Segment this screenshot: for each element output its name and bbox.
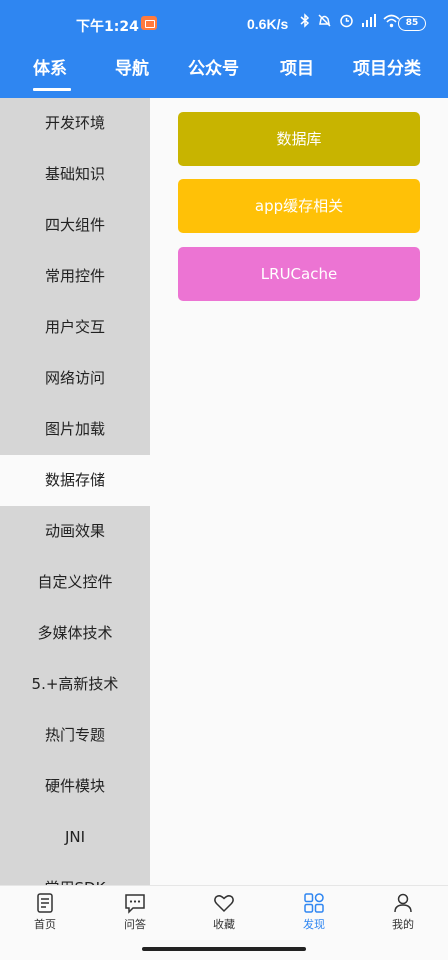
tab-indicator <box>33 88 71 91</box>
status-icons <box>300 13 400 32</box>
nav-me-label: 我的 <box>392 918 414 931</box>
home-indicator[interactable] <box>142 947 306 951</box>
category-item-active[interactable]: 数据存储 <box>0 455 150 506</box>
app-bar: 下午1:24 0.6K/s 85 体系 导航 公众号 项目 项目分类 <box>0 0 448 98</box>
category-item[interactable]: 网络访问 <box>0 353 150 404</box>
bluetooth-icon <box>300 13 310 32</box>
sub-item-chip[interactable]: app缓存相关 <box>178 179 420 233</box>
nav-discover-label: 发现 <box>303 918 325 931</box>
category-item[interactable]: 用户交互 <box>0 302 150 353</box>
dnd-icon <box>317 13 332 32</box>
alarm-icon <box>339 13 354 32</box>
category-item[interactable]: 5.+高新技术 <box>0 659 150 710</box>
net-speed: 0.6K/s <box>247 16 289 32</box>
category-item[interactable]: 常用控件 <box>0 251 150 302</box>
nav-qa[interactable]: 问答 <box>100 892 170 932</box>
nav-discover[interactable]: 发现 <box>279 892 349 932</box>
chat-icon <box>125 894 145 914</box>
hd-signal-icon <box>361 13 376 32</box>
category-item[interactable]: 动画效果 <box>0 506 150 557</box>
nav-home-label: 首页 <box>34 918 56 931</box>
category-item[interactable]: 自定义控件 <box>0 557 150 608</box>
category-item[interactable]: 热门专题 <box>0 710 150 761</box>
tab-system[interactable]: 体系 <box>33 54 67 79</box>
category-item[interactable]: 多媒体技术 <box>0 608 150 659</box>
category-item[interactable]: JNI <box>0 812 150 863</box>
person-icon <box>394 893 412 913</box>
screen-record-icon <box>141 16 157 30</box>
battery-icon: 85 <box>398 16 426 31</box>
nav-me[interactable]: 我的 <box>368 892 438 932</box>
home-page-icon <box>37 893 53 913</box>
status-bar: 下午1:24 0.6K/s 85 <box>0 0 448 46</box>
nav-qa-label: 问答 <box>124 918 146 931</box>
category-item[interactable]: 图片加载 <box>0 404 150 455</box>
tab-project-categories[interactable]: 项目分类 <box>353 54 421 79</box>
category-item[interactable]: 常用SDK <box>0 863 150 885</box>
category-item[interactable]: 基础知识 <box>0 149 150 200</box>
category-list[interactable]: 开发环境 基础知识 四大组件 常用控件 用户交互 网络访问 图片加载 数据存储 … <box>0 98 150 885</box>
grid-icon <box>304 893 324 913</box>
tab-navigation[interactable]: 导航 <box>115 54 149 79</box>
nav-favorites-label: 收藏 <box>213 918 235 931</box>
tab-official-accounts[interactable]: 公众号 <box>188 54 239 79</box>
status-time: 下午1:24 <box>76 19 139 35</box>
heart-icon <box>214 895 234 913</box>
category-item[interactable]: 硬件模块 <box>0 761 150 812</box>
sub-item-chip[interactable]: 数据库 <box>178 112 420 166</box>
category-item[interactable]: 四大组件 <box>0 200 150 251</box>
nav-home[interactable]: 首页 <box>10 892 80 932</box>
tab-projects[interactable]: 项目 <box>280 54 314 79</box>
sub-item-chip[interactable]: LRUCache <box>178 247 420 301</box>
top-tabs: 体系 导航 公众号 项目 项目分类 <box>0 46 448 98</box>
category-item[interactable]: 开发环境 <box>0 98 150 149</box>
nav-favorites[interactable]: 收藏 <box>189 892 259 932</box>
